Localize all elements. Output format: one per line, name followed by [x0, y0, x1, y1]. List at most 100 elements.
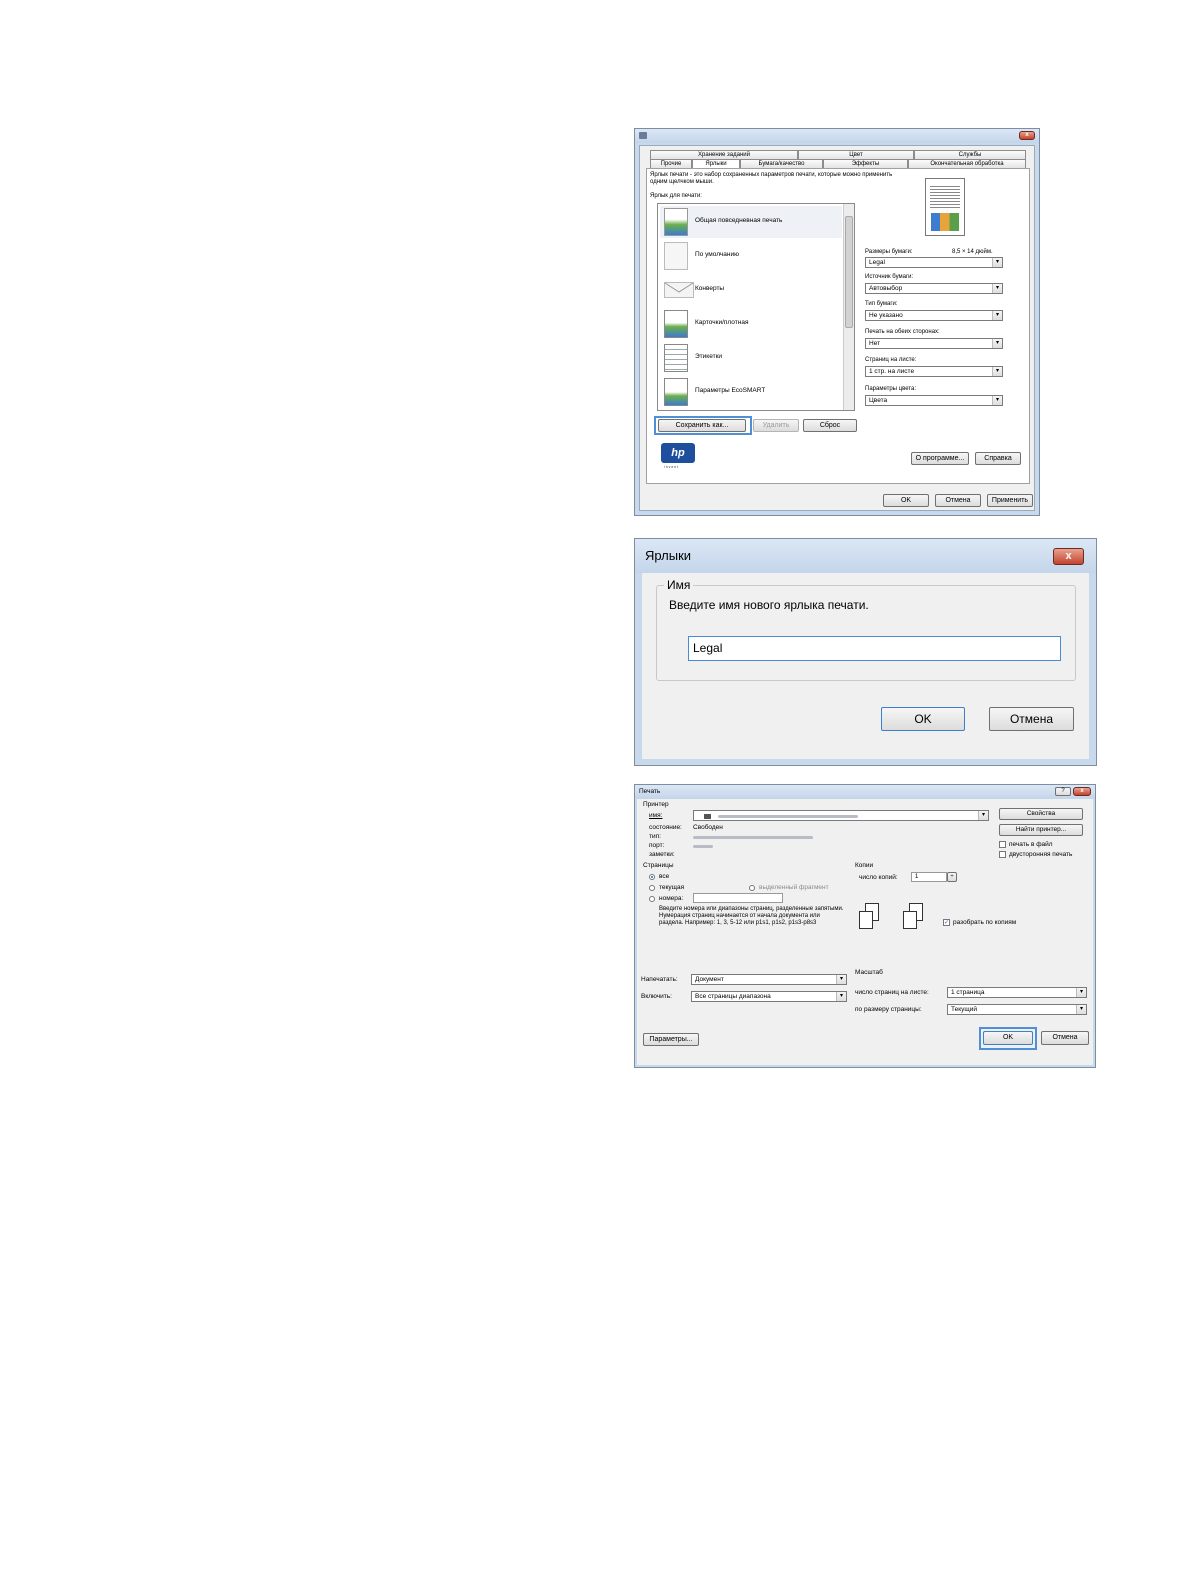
list-item-label: Параметры EcoSMART [695, 387, 766, 394]
copies-spinner[interactable]: ÷ [947, 872, 957, 882]
paper-type-label: Тип бумаги: [865, 301, 898, 307]
list-item[interactable]: Параметры EcoSMART [660, 376, 842, 408]
chevron-down-icon: ▾ [1076, 988, 1086, 997]
scale-group-label: Масштаб [855, 969, 883, 976]
close-button[interactable]: x [1053, 548, 1084, 565]
help-button[interactable]: ? [1055, 787, 1071, 796]
tab-other[interactable]: Прочие [650, 159, 692, 168]
document-icon [664, 208, 688, 236]
type-value [693, 836, 813, 839]
chevron-down-icon: ▾ [992, 258, 1002, 267]
card-icon [664, 310, 688, 338]
reset-button[interactable]: Сброс [803, 419, 857, 432]
color-options-label: Параметры цвета: [865, 386, 917, 392]
help-button[interactable]: Справка [975, 452, 1021, 465]
ok-button[interactable]: OK [883, 494, 929, 507]
paper-source-select[interactable]: Автовыбор ▾ [865, 283, 1003, 294]
print-what-label: Напечатать: [641, 976, 678, 983]
list-item[interactable]: Общая повседневная печать [660, 206, 842, 238]
paper-size-select[interactable]: Legal ▾ [865, 257, 1003, 268]
cancel-button[interactable]: Отмена [989, 707, 1074, 731]
save-as-button[interactable]: Сохранить как... [658, 419, 746, 432]
port-label: порт: [649, 842, 665, 849]
printer-name-select[interactable]: ▾ [693, 810, 989, 821]
chevron-down-icon: ▾ [992, 396, 1002, 405]
chevron-down-icon: ▾ [992, 311, 1002, 320]
tab-color[interactable]: Цвет [798, 150, 914, 159]
include-select[interactable]: Все страницы диапазона ▾ [691, 991, 847, 1002]
list-item-label: Конверты [695, 285, 725, 292]
printer-properties-dialog: x Хранение заданий Цвет Службы Прочие Яр… [634, 128, 1040, 516]
copies-label: число копий: [859, 874, 898, 881]
hp-tagline: i n v e n t [664, 465, 679, 469]
shortcut-name-input[interactable]: Legal [688, 636, 1061, 661]
dialog-title: Печать [639, 788, 661, 795]
list-item-label: Этикетки [695, 353, 723, 360]
shortcuts-list[interactable]: Общая повседневная печать По умолчанию К… [657, 203, 855, 411]
ok-button[interactable]: OK [881, 707, 965, 731]
pages-per-sheet-select[interactable]: 1 страница ▾ [947, 987, 1087, 998]
pages-per-sheet-label: Страниц на листе: [865, 357, 917, 363]
copies-input[interactable]: 1 [911, 872, 947, 882]
list-item[interactable]: Этикетки [660, 342, 842, 374]
properties-button[interactable]: Свойства [999, 808, 1083, 820]
page-numbers-input[interactable] [693, 893, 783, 903]
collate-checkbox[interactable]: ✓ [943, 919, 950, 926]
print-what-select[interactable]: Документ ▾ [691, 974, 847, 985]
paper-size-value: 8,5 × 14 дюйм. [952, 249, 993, 255]
color-options-select[interactable]: Цвета ▾ [865, 395, 1003, 406]
pages-group-label: Страницы [643, 862, 674, 869]
tab-effects[interactable]: Эффекты [823, 159, 908, 168]
all-pages-radio[interactable] [649, 874, 655, 880]
chevron-down-icon: ▾ [836, 975, 846, 984]
tab-row-top: Хранение заданий Цвет Службы [650, 150, 1026, 159]
paper-source-label: Источник бумаги: [865, 274, 914, 280]
tab-finishing[interactable]: Окончательная обработка [908, 159, 1026, 168]
print-to-file-label: печать в файл [1009, 841, 1053, 848]
title-bar: Печать ? x [635, 785, 1095, 799]
ok-button[interactable]: OK [983, 1031, 1033, 1045]
find-printer-button[interactable]: Найти принтер... [999, 824, 1083, 836]
envelope-icon [664, 282, 694, 298]
print-to-file-checkbox[interactable] [999, 841, 1006, 848]
collate-page-icon [903, 911, 917, 929]
cancel-button[interactable]: Отмена [1041, 1031, 1089, 1045]
pages-per-sheet-select[interactable]: 1 стр. на листе ▾ [865, 366, 1003, 377]
delete-button[interactable]: Удалить [753, 419, 799, 432]
dialog-client: Хранение заданий Цвет Службы Прочие Ярлы… [639, 145, 1035, 511]
paper-type-select[interactable]: Не указано ▾ [865, 310, 1003, 321]
list-item[interactable]: Конверты [660, 274, 842, 306]
about-button[interactable]: О программе... [911, 452, 969, 465]
select-value: Текущий [951, 1006, 977, 1013]
title-bar: x [635, 129, 1039, 143]
list-item[interactable]: По умолчанию [660, 240, 842, 272]
status-value: Свободен [693, 824, 723, 831]
select-value: Не указано [869, 312, 903, 319]
list-item[interactable]: Карточки/плотная [660, 308, 842, 340]
select-value: Цвета [869, 397, 888, 404]
close-button[interactable]: x [1073, 787, 1091, 796]
chevron-down-icon: ▾ [836, 992, 846, 1001]
apply-button[interactable]: Применить [987, 494, 1033, 507]
notes-label: заметки: [649, 851, 675, 858]
tab-job-storage[interactable]: Хранение заданий [650, 150, 798, 159]
select-value: 1 страница [951, 989, 985, 996]
page-numbers-radio[interactable] [649, 896, 655, 902]
cancel-button[interactable]: Отмена [935, 494, 981, 507]
tab-services[interactable]: Службы [914, 150, 1026, 159]
duplex-select[interactable]: Нет ▾ [865, 338, 1003, 349]
options-button[interactable]: Параметры... [643, 1033, 699, 1046]
selection-radio[interactable] [749, 885, 755, 891]
blank-page-icon [664, 242, 688, 270]
duplex-checkbox[interactable] [999, 851, 1006, 858]
tab-paper-quality[interactable]: Бумага/качество [740, 159, 823, 168]
group-label: Имя [664, 578, 694, 592]
pages-per-sheet-label: число страниц на листе: [855, 989, 929, 996]
scroll-thumb[interactable] [845, 216, 853, 328]
ecosmart-icon [664, 378, 688, 406]
scale-to-select[interactable]: Текущий ▾ [947, 1004, 1087, 1015]
current-page-radio[interactable] [649, 885, 655, 891]
hp-logo: hp [661, 443, 695, 463]
list-scrollbar[interactable] [843, 204, 854, 410]
close-button[interactable]: x [1019, 131, 1035, 140]
